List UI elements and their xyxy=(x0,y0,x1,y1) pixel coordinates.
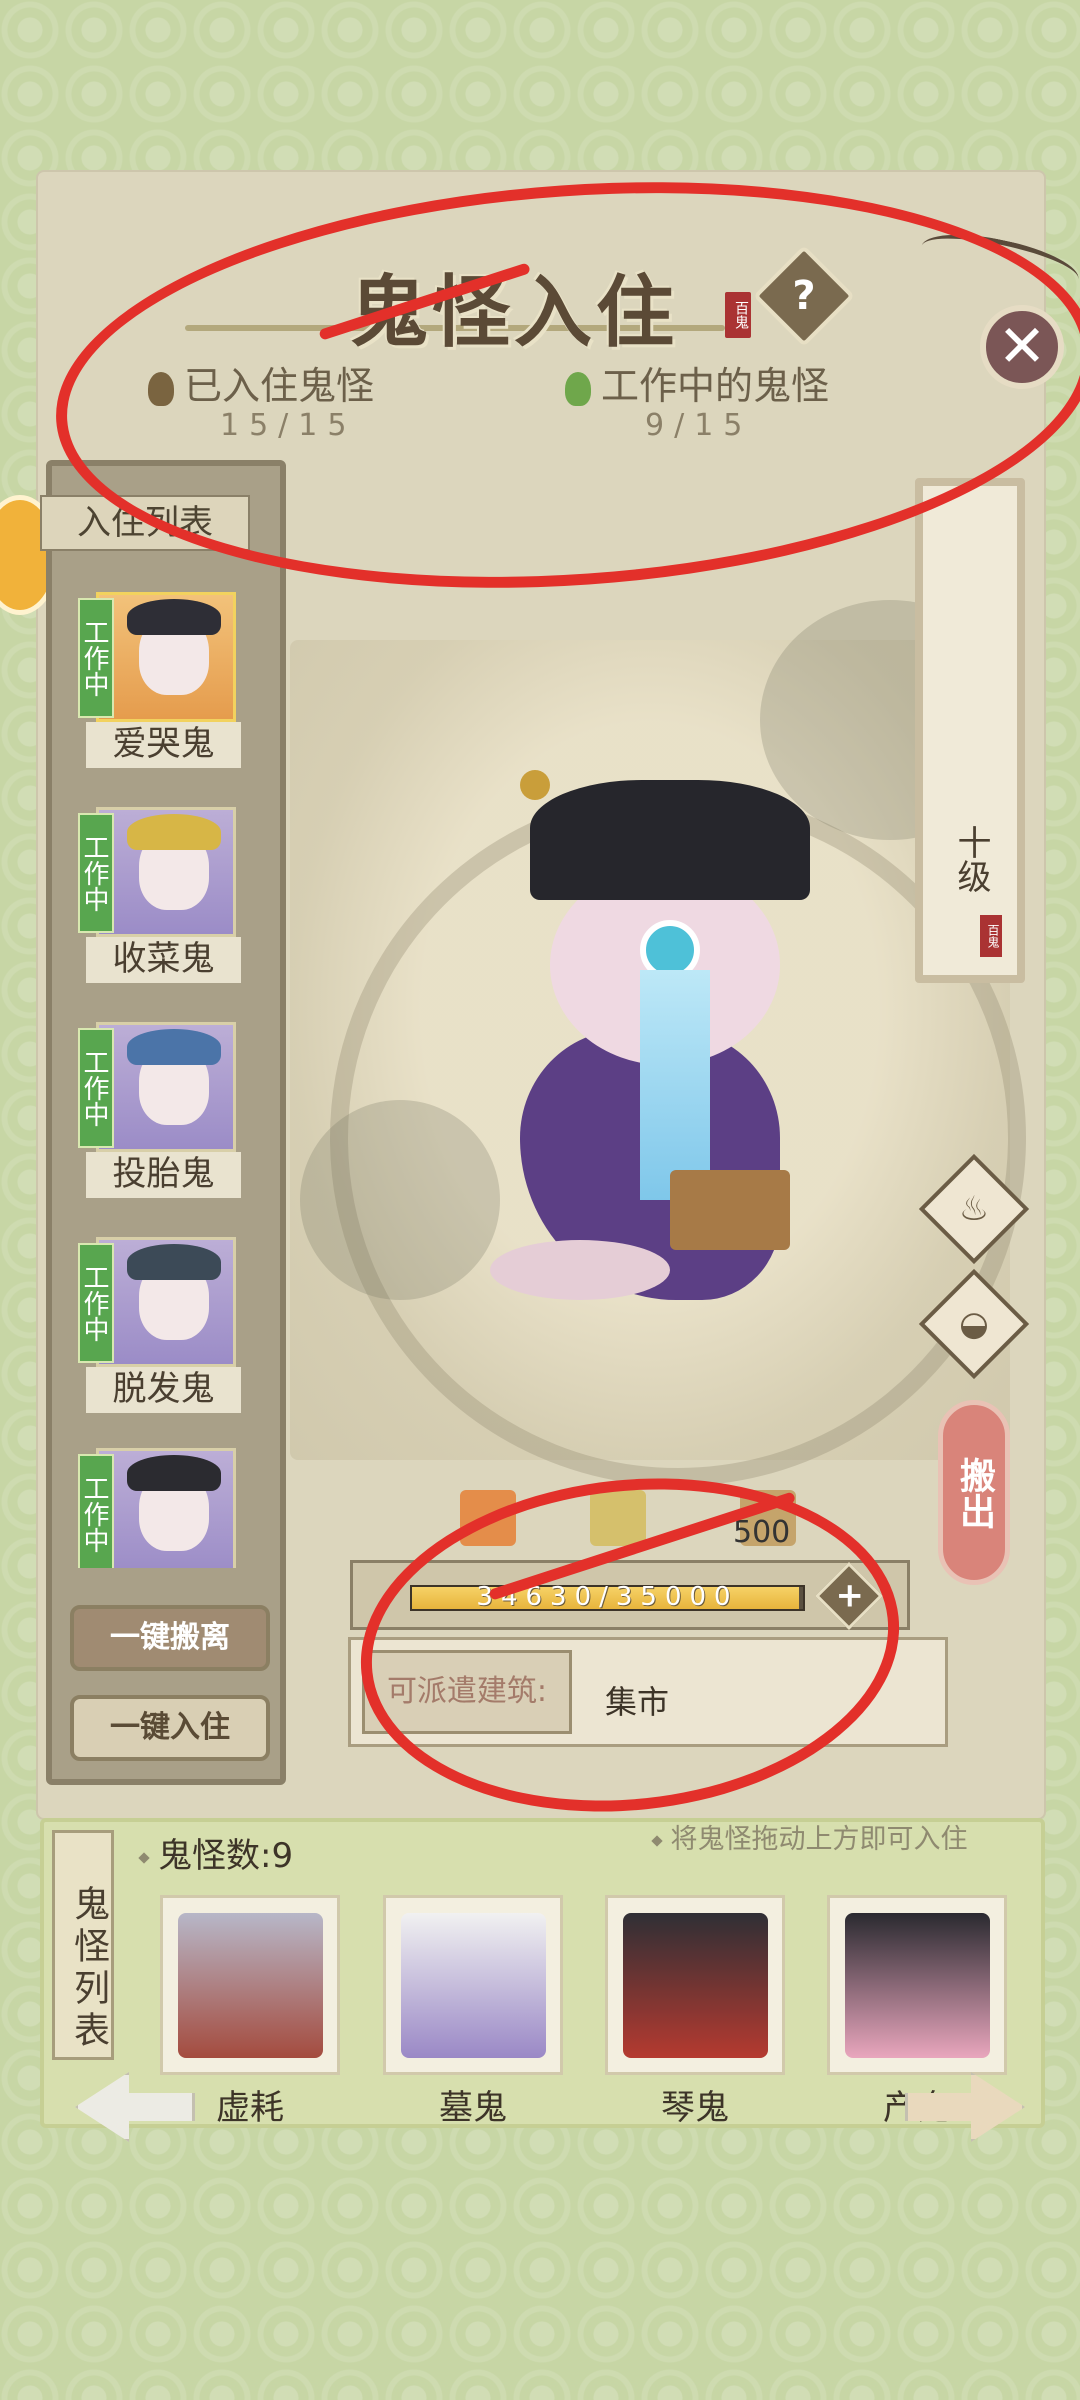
roster-card[interactable] xyxy=(605,1895,785,2075)
ghost-hat xyxy=(127,814,221,850)
ghost-portrait xyxy=(96,592,236,722)
character-bucket xyxy=(670,1170,790,1250)
level-label: 十级 xyxy=(951,825,991,893)
ghost-character[interactable] xyxy=(490,770,870,1350)
ghost-portrait xyxy=(96,1022,236,1152)
resident-card[interactable]: 工作中 爱哭鬼 xyxy=(78,592,241,772)
roster-card[interactable] xyxy=(160,1895,340,2075)
drag-hint: 将鬼怪拖动上方即可入住 xyxy=(600,1825,1020,1855)
character-hat-knob xyxy=(520,770,550,800)
ghost-skill-icon: ♨ xyxy=(958,1189,990,1229)
move-out-button[interactable]: 搬出 xyxy=(938,1400,1010,1585)
resident-card[interactable]: 工作中 投胎鬼 xyxy=(78,1022,241,1202)
roster-card[interactable] xyxy=(827,1895,1007,2075)
ghost-portrait xyxy=(96,1448,236,1568)
ghost-hat xyxy=(127,1455,221,1491)
working-badge: 工作中 xyxy=(78,1454,114,1568)
bullet-icon xyxy=(138,1851,150,1864)
roster-card[interactable] xyxy=(383,1895,563,2075)
ghost-name: 脱发鬼 xyxy=(86,1367,241,1413)
drag-hint-text: 将鬼怪拖动上方即可入住 xyxy=(670,1824,968,1855)
ghost-portrait xyxy=(845,1913,990,2058)
resident-card[interactable]: 工作中 脱发鬼 xyxy=(78,1237,241,1417)
working-badge: 工作中 xyxy=(78,598,114,718)
ghost-portrait xyxy=(96,807,236,937)
tree-decoration xyxy=(300,1100,500,1300)
resident-card[interactable]: 工作中 收菜鬼 xyxy=(78,807,241,987)
ghost-name: 爱哭鬼 xyxy=(86,722,241,768)
ghost-portrait xyxy=(623,1913,768,2058)
ghost-name: 投胎鬼 xyxy=(86,1152,241,1198)
resident-card[interactable]: 工作中 xyxy=(78,1448,238,1568)
working-badge: 工作中 xyxy=(78,1028,114,1148)
working-badge: 工作中 xyxy=(78,813,114,933)
ghost-hat xyxy=(127,1244,221,1280)
roster-name: 墓鬼 xyxy=(439,2088,507,2128)
bullet-icon xyxy=(650,1834,663,1847)
evict-all-button[interactable]: 一键搬离 xyxy=(70,1605,270,1671)
ghost-name: 收菜鬼 xyxy=(86,937,241,983)
level-seal: 百鬼 xyxy=(980,915,1002,957)
working-badge: 工作中 xyxy=(78,1243,114,1363)
ghost-hat xyxy=(127,1029,221,1065)
roster-tab-label: 鬼怪列表 xyxy=(68,1885,109,2053)
character-hat xyxy=(530,780,810,900)
ghost-portrait xyxy=(178,1913,323,2058)
bag-icon: ◒ xyxy=(959,1304,989,1344)
ghost-hat xyxy=(127,599,221,635)
ghost-count: 鬼怪数:9 xyxy=(138,1828,294,1877)
move-in-all-button[interactable]: 一键入住 xyxy=(70,1695,270,1761)
character-tail xyxy=(490,1240,670,1300)
ghost-portrait xyxy=(401,1913,546,2058)
ghost-portrait xyxy=(96,1237,236,1367)
roster-name: 琴鬼 xyxy=(661,2088,729,2128)
character-tears xyxy=(640,970,710,1200)
level-scroll xyxy=(915,478,1025,983)
ghost-count-label: 鬼怪数:9 xyxy=(158,1836,294,1876)
